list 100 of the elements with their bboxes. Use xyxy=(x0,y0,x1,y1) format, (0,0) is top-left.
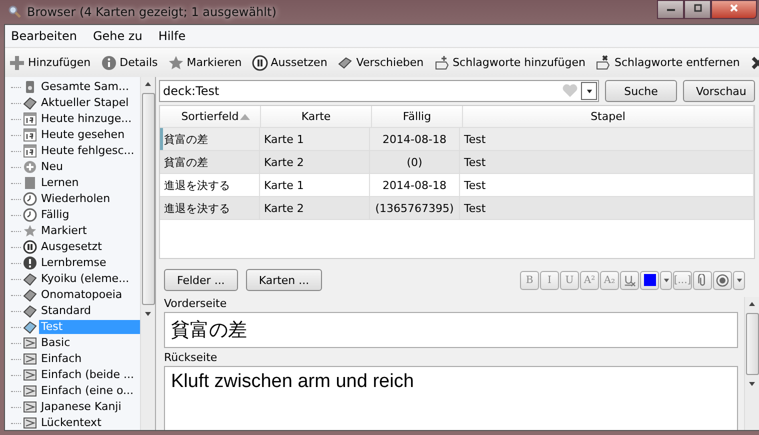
column-header[interactable]: Stapel xyxy=(463,106,754,127)
menu-item[interactable]: Gehe zu xyxy=(92,29,142,43)
field-label: Vorderseite xyxy=(164,297,228,310)
sidebar-item[interactable]: Lückentext xyxy=(39,416,104,430)
deck-icon xyxy=(23,320,37,334)
maximize-icon xyxy=(692,3,702,13)
table-row[interactable]: 貧富の差 Karte 2 (0) Test xyxy=(160,151,754,174)
column-header[interactable]: Sortierfeld xyxy=(160,106,261,127)
sidebar-item[interactable]: Aktueller Stapel xyxy=(39,96,131,110)
maximize-button[interactable] xyxy=(684,0,711,19)
sidebar-item[interactable]: Fällig xyxy=(39,208,72,222)
sidebar-item[interactable]: Neu xyxy=(39,160,65,174)
editor-button[interactable]: Felder ... xyxy=(164,269,238,291)
caret-icon xyxy=(662,276,670,284)
field-label: Rückseite xyxy=(164,351,218,364)
pause-icon xyxy=(23,240,37,254)
sidebar-item[interactable]: Einfach xyxy=(39,352,84,366)
sidebar-item[interactable]: Japanese Kanji xyxy=(39,400,124,414)
table-cell: 2014-08-18 xyxy=(370,128,460,150)
toolbar-button[interactable]: Hinzufügen xyxy=(9,54,91,70)
sidebar-item[interactable]: Heute hinzuge... xyxy=(39,112,134,126)
table-row[interactable]: 進退を決する Karte 1 2014-08-18 Test xyxy=(160,174,754,197)
deck-icon xyxy=(23,288,37,302)
dropdown-button[interactable] xyxy=(660,270,672,290)
table-cell: Test xyxy=(460,128,754,150)
sidebar-item[interactable]: Kyoiku (eleme... xyxy=(39,272,132,286)
table-cell: Karte 2 xyxy=(260,197,370,219)
scroll-down-icon[interactable] xyxy=(144,310,152,318)
menu-item[interactable]: Bearbeiten xyxy=(11,29,77,43)
star-icon xyxy=(23,224,37,238)
note-type-icon xyxy=(23,368,37,382)
sidebar-item[interactable]: Ausgesetzt xyxy=(39,240,104,254)
plus-icon xyxy=(9,54,25,70)
clock-icon xyxy=(23,192,37,206)
plus-icon xyxy=(23,160,37,174)
field-input[interactable]: Kluft zwischen arm und reich xyxy=(164,366,738,430)
column-header[interactable]: Karte xyxy=(261,106,372,127)
sidebar-item[interactable]: Standard xyxy=(39,304,94,318)
table-cell: Test xyxy=(460,197,754,219)
sidebar-item[interactable]: Basic xyxy=(39,336,72,350)
menu-item[interactable]: Hilfe xyxy=(158,29,186,43)
table-row[interactable]: 貧富の差 Karte 1 2014-08-18 Test xyxy=(160,128,754,151)
toolbar-button[interactable]: Details xyxy=(100,54,158,70)
table-row[interactable]: 進退を決する Karte 2 (1365767395) Test xyxy=(160,197,754,220)
search-button[interactable]: Suche xyxy=(605,80,677,102)
table-cell: 進退を決する xyxy=(160,197,260,219)
note-type-icon xyxy=(23,352,37,366)
clock-icon xyxy=(23,208,37,222)
clear-format-icon xyxy=(623,274,636,286)
clear-format-button[interactable] xyxy=(620,270,639,290)
caret-icon xyxy=(736,276,742,284)
record-button[interactable] xyxy=(713,270,732,290)
toolbar-button[interactable]: Schlagworte entfernen xyxy=(595,54,740,70)
record-icon xyxy=(716,274,729,286)
sidebar-item[interactable]: Heute gesehen xyxy=(39,128,127,142)
page-icon xyxy=(23,176,37,190)
scrollbar[interactable] xyxy=(744,297,759,430)
heart-icon xyxy=(562,84,578,98)
close-button[interactable] xyxy=(711,0,757,19)
calendar-icon xyxy=(23,144,37,158)
sidebar-item[interactable]: Heute fehlgesc... xyxy=(39,144,136,158)
search-button[interactable]: Vorschau xyxy=(683,80,755,102)
scroll-down-icon[interactable] xyxy=(748,380,756,388)
editor-button[interactable]: Karten ... xyxy=(246,269,322,291)
toolbar-button[interactable]: Schlagworte hinzufügen xyxy=(434,54,586,70)
column-header[interactable]: Fällig xyxy=(372,106,463,127)
toolbar-button[interactable]: Verschieben xyxy=(337,54,424,70)
attach-button[interactable] xyxy=(693,270,712,290)
sidebar-item[interactable]: Lernen xyxy=(39,176,81,190)
sidebar-item[interactable]: Wiederholen xyxy=(39,192,112,206)
scroll-up-icon[interactable] xyxy=(144,80,152,88)
minimize-button[interactable] xyxy=(657,0,684,19)
sidebar-item[interactable]: Lernbremse xyxy=(39,256,108,270)
table-cell: 貧富の差 xyxy=(160,151,260,173)
sidebar-item[interactable]: Onomatopoeia xyxy=(39,288,124,302)
note-type-icon xyxy=(23,384,37,398)
note-type-icon xyxy=(23,336,37,350)
sidebar-item[interactable]: Einfach (beide ... xyxy=(39,368,136,382)
table-cell: Karte 1 xyxy=(260,174,370,196)
table-cell: 2014-08-18 xyxy=(370,174,460,196)
magnifier-icon xyxy=(8,5,22,19)
sidebar-item[interactable]: Markiert xyxy=(39,224,89,238)
field-input[interactable]: 貧富の差 xyxy=(164,312,738,348)
scrollbar[interactable] xyxy=(140,77,155,430)
toolbar-button[interactable]: Markieren xyxy=(168,54,242,70)
table-cell: (0) xyxy=(370,151,460,173)
deck-icon xyxy=(23,96,37,110)
tag-icon xyxy=(595,54,612,70)
dropdown-button[interactable] xyxy=(733,270,745,290)
close-icon xyxy=(729,3,739,13)
sidebar-item[interactable]: Gesamte Sam... xyxy=(39,80,131,94)
table-cell: (1365767395) xyxy=(370,197,460,219)
scroll-up-icon[interactable] xyxy=(748,300,756,308)
dropdown-button[interactable] xyxy=(581,82,597,100)
toolbar-button[interactable]: Aussetzen xyxy=(252,54,328,70)
search-field[interactable]: deck:Test xyxy=(159,80,599,102)
color-button[interactable] xyxy=(640,270,659,290)
table-cell: Karte 2 xyxy=(260,151,370,173)
tag-icon xyxy=(434,54,450,70)
sidebar-item[interactable]: Einfach (eine o... xyxy=(39,384,136,398)
